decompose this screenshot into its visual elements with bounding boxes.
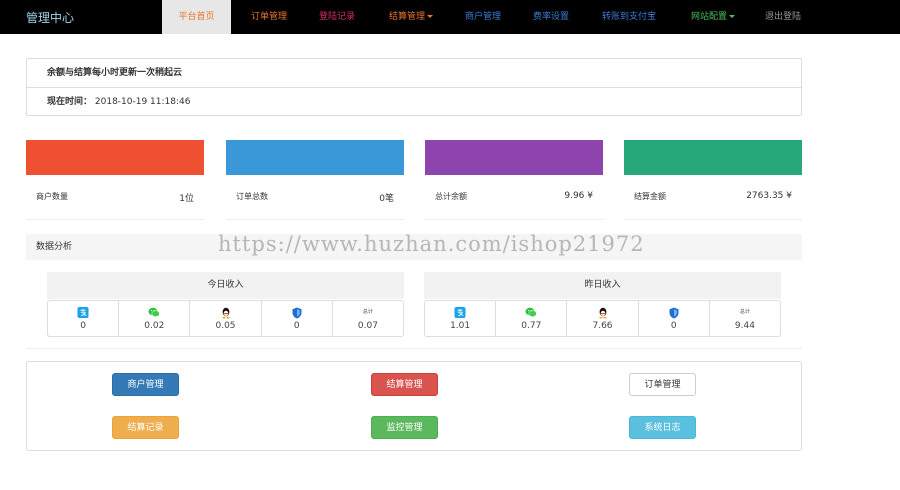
nav-item-label: 费率设置: [532, 12, 569, 22]
stat-label: 结算金额: [634, 192, 666, 201]
current-time-label: 现在时间：: [47, 97, 93, 107]
watermark: https://www.huzhan.com/ishop21972: [218, 232, 645, 256]
nav-item-site-config[interactable]: 网站配置: [680, 0, 746, 34]
wechat-icon: [525, 307, 537, 321]
income-value: 0: [293, 321, 300, 331]
income-value: 0: [80, 321, 86, 331]
today-income-cell-tenpay: 0: [260, 300, 333, 337]
nav-item-alipay-transfer[interactable]: 转账到支付宝: [586, 0, 672, 34]
yesterday-income-cell-wechat: 0.77: [495, 300, 568, 337]
today-income-cell-total: 总计 0.07: [331, 300, 405, 337]
income-value: 9.44: [734, 321, 755, 331]
income-value: 0: [670, 321, 677, 331]
today-income-cell-wechat: 0.02: [118, 300, 191, 337]
stat-label: 总计余额: [435, 192, 467, 201]
settlement-manage-button[interactable]: 结算管理: [371, 373, 438, 396]
income-value: 7.66: [592, 321, 613, 331]
brand-title[interactable]: 管理中心: [26, 9, 74, 26]
monitor-manage-button[interactable]: 监控管理: [371, 416, 438, 439]
stat-color-bar: [26, 140, 204, 175]
nav-item-label: 订单管理: [250, 12, 287, 22]
stat-value: 2763.35 ¥: [746, 191, 792, 201]
alipay-icon: [77, 307, 89, 321]
nav-item-label: 网站配置: [690, 12, 727, 22]
wechat-icon: [148, 307, 160, 321]
stat-card-settlement: 结算金额 2763.35 ¥: [624, 140, 802, 220]
current-time-value: 2018-10-19 11:18:46: [94, 97, 191, 107]
divider: [26, 348, 802, 349]
qq-icon: [598, 307, 608, 322]
top-navbar: 管理中心 平台首页 订单管理 登陆记录 结算管理 商户管理 费率设置 转账到支付宝 网站配置 退…: [0, 0, 900, 34]
total-label: 总计: [739, 309, 750, 315]
nav-item-merchants[interactable]: 商户管理: [452, 0, 514, 34]
merchant-manage-button[interactable]: 商户管理: [112, 373, 179, 396]
total-label: 总计: [362, 309, 373, 315]
stat-value: 9.96 ¥: [564, 191, 593, 201]
nav-item-login-log[interactable]: 登陆记录: [306, 0, 368, 34]
today-income-cell-alipay: 0: [47, 300, 120, 337]
income-value: 0.02: [144, 321, 165, 331]
tenpay-icon: [291, 307, 302, 322]
qq-icon: [221, 307, 231, 322]
nav-item-logout[interactable]: 退出登陆: [752, 0, 814, 34]
stat-value: 1位: [179, 194, 194, 204]
caret-down-icon: [729, 15, 735, 18]
stat-value: 0笔: [379, 194, 394, 204]
yesterday-income-cell-tenpay: 0: [637, 300, 710, 337]
nav-item-label: 登陆记录: [318, 12, 355, 22]
alipay-icon: [454, 307, 466, 321]
today-income-cell-qq: 0.05: [189, 300, 262, 337]
nav-item-label: 退出登陆: [764, 12, 801, 22]
stat-color-bar: [226, 140, 404, 175]
income-value: 1.01: [450, 321, 471, 331]
update-notice: 余额与结算每小时更新一次稍起云: [27, 59, 801, 88]
nav-item-home[interactable]: 平台首页: [162, 0, 231, 34]
tenpay-icon: [668, 307, 679, 322]
nav-item-label: 商户管理: [464, 12, 501, 22]
stat-card-balance: 总计余额 9.96 ¥: [425, 140, 603, 220]
today-income: 今日收入 0 0.02 0.05 0 总计 0.07: [47, 272, 405, 337]
income-value: 0.05: [215, 321, 236, 331]
income-value: 0.07: [357, 321, 378, 331]
yesterday-income-title: 昨日收入: [424, 272, 781, 299]
stat-color-bar: [425, 140, 603, 175]
system-log-button[interactable]: 系统日志: [629, 416, 696, 439]
stat-label: 商户数量: [36, 192, 68, 201]
nav-item-rates[interactable]: 费率设置: [520, 0, 582, 34]
nav-item-label: 转账到支付宝: [601, 12, 656, 22]
info-panel: 余额与结算每小时更新一次稍起云 现在时间： 2018-10-19 11:18:4…: [26, 58, 802, 116]
quick-actions-panel: 商户管理 结算管理 订单管理 结算记录 监控管理 系统日志: [26, 361, 802, 451]
nav-item-label: 结算管理: [388, 12, 425, 22]
nav-item-settlement[interactable]: 结算管理: [378, 0, 444, 34]
nav-item-label: 平台首页: [178, 12, 215, 22]
current-time-row: 现在时间： 2018-10-19 11:18:46: [27, 88, 801, 117]
stat-card-merchants: 商户数量 1位: [26, 140, 204, 220]
stat-label: 订单总数: [236, 192, 268, 201]
yesterday-income: 昨日收入 1.01 0.77 7.66 0 总计 9.44: [424, 272, 782, 337]
order-manage-button[interactable]: 订单管理: [629, 373, 696, 396]
yesterday-income-cell-qq: 7.66: [566, 300, 639, 337]
stat-color-bar: [624, 140, 802, 175]
nav-item-orders[interactable]: 订单管理: [238, 0, 300, 34]
today-income-title: 今日收入: [47, 272, 404, 299]
yesterday-income-cell-total: 总计 9.44: [708, 300, 782, 337]
income-value: 0.77: [521, 321, 542, 331]
yesterday-income-cell-alipay: 1.01: [424, 300, 497, 337]
settlement-record-button[interactable]: 结算记录: [112, 416, 179, 439]
caret-down-icon: [427, 15, 433, 18]
stat-card-orders: 订单总数 0笔: [226, 140, 404, 220]
